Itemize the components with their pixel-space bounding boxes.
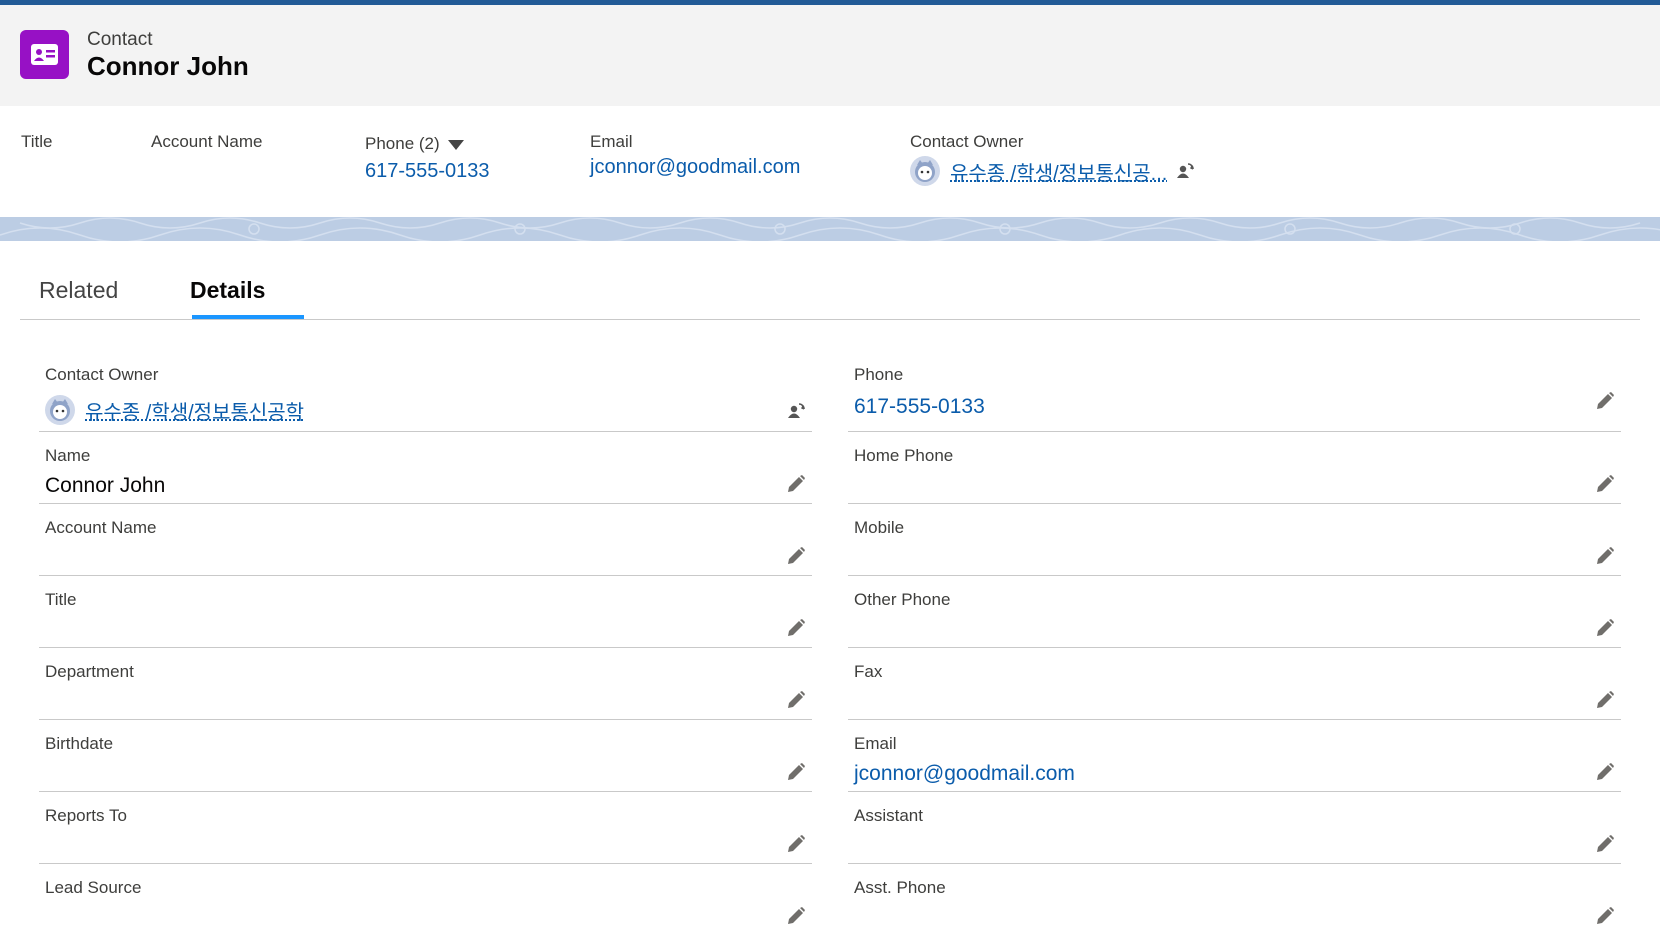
- field-label: Reports To: [45, 806, 127, 825]
- field-label: Title: [45, 590, 77, 609]
- field-label: Home Phone: [854, 446, 954, 465]
- avatar-icon[interactable]: [910, 156, 940, 186]
- pencil-icon[interactable]: [1595, 690, 1615, 710]
- field-lead-source: Lead Source: [39, 864, 812, 935]
- email-link[interactable]: jconnor@goodmail.com: [854, 762, 1075, 786]
- phone-dropdown[interactable]: Phone (2): [365, 134, 490, 154]
- field-department: Department: [39, 648, 812, 720]
- record-title: Connor John: [87, 51, 249, 81]
- field-label: Assistant: [854, 806, 923, 825]
- field-label: Birthdate: [45, 734, 114, 753]
- field-label: Account Name: [45, 518, 157, 537]
- pencil-icon[interactable]: [1595, 474, 1615, 494]
- field-assistant: Assistant: [848, 792, 1621, 864]
- field-label: Phone: [854, 365, 904, 384]
- object-type-label: Contact: [87, 29, 153, 50]
- field-label: Fax: [854, 662, 883, 681]
- pencil-icon[interactable]: [786, 906, 806, 926]
- phone-link[interactable]: 617-555-0133: [854, 395, 985, 419]
- pencil-icon[interactable]: [1595, 834, 1615, 854]
- avatar-icon[interactable]: [45, 395, 75, 425]
- field-account-name: Account Name: [39, 504, 812, 576]
- field-label: Department: [45, 662, 134, 681]
- highlight-account-label: Account Name: [151, 132, 263, 151]
- field-label: Mobile: [854, 518, 905, 537]
- field-value: Connor John: [45, 474, 166, 497]
- field-birthdate: Birthdate: [39, 720, 812, 792]
- pencil-icon[interactable]: [786, 762, 806, 782]
- contact-card-icon: [20, 30, 69, 79]
- highlight-phone: Phone (2) 617-555-0133: [365, 134, 490, 183]
- field-reports-to: Reports To: [39, 792, 812, 864]
- field-label: Email: [854, 734, 897, 753]
- details-right-column: Phone 617-555-0133 Home Phone Mobile Oth…: [848, 349, 1621, 935]
- highlight-account: Account Name: [151, 132, 263, 152]
- record-header: Contact Connor John: [0, 5, 1660, 106]
- highlight-email: Email jconnor@goodmail.com: [590, 132, 800, 179]
- field-label: Contact Owner: [45, 365, 159, 384]
- highlight-phone-label: Phone (2): [365, 134, 440, 153]
- highlight-phone-link[interactable]: 617-555-0133: [365, 160, 490, 183]
- highlight-title-label: Title: [21, 132, 53, 151]
- decorative-band: [0, 217, 1660, 241]
- field-label: Lead Source: [45, 878, 142, 897]
- field-asst-phone: Asst. Phone: [848, 864, 1621, 935]
- tab-related[interactable]: Related: [39, 277, 118, 304]
- field-contact-owner: Contact Owner 유수종 /학생/정보통신공학: [39, 349, 812, 432]
- change-owner-icon[interactable]: [786, 401, 806, 421]
- active-tab-indicator: [192, 315, 304, 319]
- field-label: Other Phone: [854, 590, 951, 609]
- field-fax: Fax: [848, 648, 1621, 720]
- highlights-panel: Title Account Name Phone (2) 617-555-013…: [0, 106, 1660, 217]
- highlight-owner-label: Contact Owner: [910, 132, 1024, 151]
- highlight-owner: Contact Owner 유수종 /학생/정보통신공...: [910, 132, 1195, 186]
- field-other-phone: Other Phone: [848, 576, 1621, 648]
- field-email: Email jconnor@goodmail.com: [848, 720, 1621, 792]
- field-phone: Phone 617-555-0133: [848, 349, 1621, 432]
- highlight-owner-link[interactable]: 유수종 /학생/정보통신공...: [950, 157, 1167, 186]
- field-label: Asst. Phone: [854, 878, 946, 897]
- pencil-icon[interactable]: [1595, 906, 1615, 926]
- highlight-title: Title: [21, 132, 53, 152]
- pencil-icon[interactable]: [1595, 391, 1615, 411]
- pencil-icon[interactable]: [786, 474, 806, 494]
- pencil-icon[interactable]: [786, 834, 806, 854]
- field-title: Title: [39, 576, 812, 648]
- pencil-icon[interactable]: [1595, 546, 1615, 566]
- change-owner-icon[interactable]: [1175, 161, 1195, 181]
- caret-down-icon[interactable]: [447, 139, 464, 150]
- pencil-icon[interactable]: [786, 546, 806, 566]
- field-home-phone: Home Phone: [848, 432, 1621, 504]
- field-name: Name Connor John: [39, 432, 812, 504]
- field-label: Name: [45, 446, 91, 465]
- pencil-icon[interactable]: [1595, 762, 1615, 782]
- field-mobile: Mobile: [848, 504, 1621, 576]
- pencil-icon[interactable]: [1595, 618, 1615, 638]
- pencil-icon[interactable]: [786, 690, 806, 710]
- owner-link[interactable]: 유수종 /학생/정보통신공학: [85, 396, 304, 425]
- highlight-email-link[interactable]: jconnor@goodmail.com: [590, 156, 800, 179]
- details-left-column: Contact Owner 유수종 /학생/정보통신공학 Name Connor…: [39, 349, 812, 935]
- record-tabs: Related Details: [20, 241, 1640, 320]
- tab-details[interactable]: Details: [190, 277, 265, 304]
- highlight-email-label: Email: [590, 132, 633, 151]
- pencil-icon[interactable]: [786, 618, 806, 638]
